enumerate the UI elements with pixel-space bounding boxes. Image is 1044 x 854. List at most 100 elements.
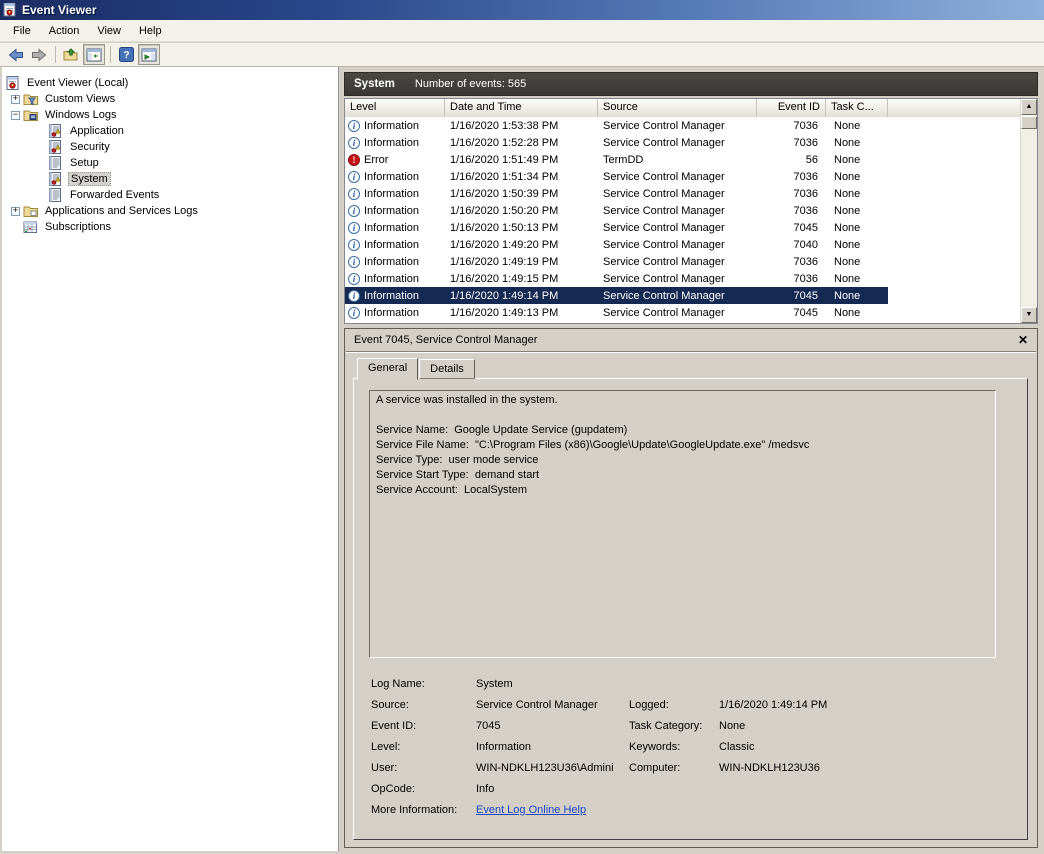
- information-icon: i: [348, 273, 360, 285]
- menu-action[interactable]: Action: [40, 22, 89, 40]
- property-row: OpCode: Info: [371, 778, 1017, 799]
- sidebar-item-label: Subscriptions: [43, 220, 113, 234]
- folder-icon: [23, 204, 39, 218]
- table-row[interactable]: iInformation 1/16/2020 1:50:20 PM Servic…: [345, 202, 888, 219]
- preview-tabs: GeneralDetails: [357, 357, 476, 379]
- sidebar-item-label: Application: [68, 124, 126, 138]
- log-plain-icon: [48, 188, 64, 202]
- information-icon: i: [348, 137, 360, 149]
- window-title: Event Viewer: [22, 3, 96, 17]
- sidebar-item-system[interactable]: System: [2, 171, 338, 187]
- sidebar-item-label: Windows Logs: [43, 108, 119, 122]
- information-icon: i: [348, 222, 360, 234]
- sidebar-item-label: Setup: [68, 156, 101, 170]
- column-header-filler: [888, 99, 1020, 117]
- folder-export-icon: [63, 47, 79, 63]
- column-header-level[interactable]: Level: [345, 99, 445, 117]
- table-row[interactable]: iInformation 1/16/2020 1:49:13 PM Servic…: [345, 304, 888, 321]
- table-row[interactable]: iInformation 1/16/2020 1:49:19 PM Servic…: [345, 253, 888, 270]
- scroll-up-button[interactable]: ▲: [1021, 99, 1037, 115]
- information-icon: i: [348, 188, 360, 200]
- show-action-pane-button[interactable]: [138, 44, 160, 65]
- table-row[interactable]: iInformation 1/16/2020 1:52:28 PM Servic…: [345, 134, 888, 151]
- subscriptions-icon: [23, 220, 39, 234]
- sidebar-item-forwarded-events[interactable]: Forwarded Events: [2, 187, 338, 203]
- help-icon: ?: [119, 47, 134, 62]
- property-row: Source: Service Control Manager Logged: …: [371, 694, 1017, 715]
- event-log-online-help-link[interactable]: Event Log Online Help: [476, 804, 629, 816]
- sidebar-item-setup[interactable]: Setup: [2, 155, 338, 171]
- sidebar-item-custom-views[interactable]: + Custom Views: [2, 91, 338, 107]
- toolbar-separator: [110, 46, 111, 63]
- description-line: A service was installed in the system.: [376, 394, 989, 409]
- event-list-scrollbar[interactable]: ▲ ▼: [1020, 99, 1037, 323]
- column-header-row: LevelDate and TimeSourceEvent IDTask C..…: [345, 99, 1020, 117]
- expand-icon[interactable]: +: [11, 207, 20, 216]
- forward-button[interactable]: [28, 44, 50, 65]
- table-row[interactable]: !Error 1/16/2020 1:51:49 PM TermDD 56 No…: [345, 151, 888, 168]
- column-header-task-c-[interactable]: Task C...: [826, 99, 888, 117]
- help-button[interactable]: ?: [115, 44, 137, 65]
- sidebar-item-applications-and-services-logs[interactable]: + Applications and Services Logs: [2, 203, 338, 219]
- column-header-date-and-time[interactable]: Date and Time: [445, 99, 598, 117]
- table-row[interactable]: iInformation 1/16/2020 1:51:34 PM Servic…: [345, 168, 888, 185]
- description-line: [376, 409, 989, 424]
- collapse-icon[interactable]: −: [11, 111, 20, 120]
- table-row[interactable]: iInformation 1/16/2020 1:49:20 PM Servic…: [345, 236, 888, 253]
- folder-filter-icon: [23, 92, 39, 106]
- column-header-event-id[interactable]: Event ID: [757, 99, 826, 117]
- table-row[interactable]: iInformation 1/16/2020 1:50:39 PM Servic…: [345, 185, 888, 202]
- description-line: Service File Name: "C:\Program Files (x8…: [376, 439, 989, 454]
- information-icon: i: [348, 205, 360, 217]
- arrow-left-icon: [8, 47, 24, 63]
- column-header-source[interactable]: Source: [598, 99, 757, 117]
- scroll-down-button[interactable]: ▼: [1021, 307, 1037, 323]
- sidebar-item-windows-logs[interactable]: − Windows Logs: [2, 107, 338, 123]
- property-row: More Information: Event Log Online Help: [371, 799, 1017, 820]
- menu-bar: FileActionViewHelp: [0, 20, 1044, 42]
- preview-header: Event 7045, Service Control Manager ✕: [345, 329, 1037, 351]
- menu-view[interactable]: View: [88, 22, 130, 40]
- log-header-bar: System Number of events: 565: [344, 72, 1038, 96]
- description-line: Service Name: Google Update Service (gup…: [376, 424, 989, 439]
- event-viewer-window: Event Viewer FileActionViewHelp ? Event …: [0, 0, 1044, 854]
- description-line: Service Account: LocalSystem: [376, 484, 989, 499]
- back-button[interactable]: [5, 44, 27, 65]
- show-console-tree-button[interactable]: [83, 44, 105, 65]
- preview-separator: [346, 351, 1036, 353]
- property-row: Event ID: 7045 Task Category: None: [371, 715, 1017, 736]
- expand-icon: [11, 223, 20, 232]
- export-button[interactable]: [60, 44, 82, 65]
- table-row[interactable]: iInformation 1/16/2020 1:49:14 PM Servic…: [345, 287, 888, 304]
- sidebar-item-subscriptions[interactable]: Subscriptions: [2, 219, 338, 235]
- event-count-label: Number of events: 565: [415, 78, 526, 90]
- event-list: LevelDate and TimeSourceEvent IDTask C..…: [344, 98, 1038, 324]
- table-row[interactable]: iInformation 1/16/2020 1:49:15 PM Servic…: [345, 270, 888, 287]
- close-icon[interactable]: ✕: [1018, 333, 1028, 347]
- log-warn-icon: [48, 140, 64, 154]
- table-row[interactable]: iInformation 1/16/2020 1:50:13 PM Servic…: [345, 219, 888, 236]
- sidebar-item-label: Event Viewer (Local): [25, 76, 130, 90]
- menu-help[interactable]: Help: [130, 22, 171, 40]
- sidebar-item-label: Security: [68, 140, 112, 154]
- folder-logs-icon: [23, 108, 39, 122]
- preview-title: Event 7045, Service Control Manager: [354, 334, 537, 346]
- menu-file[interactable]: File: [4, 22, 40, 40]
- sidebar-item-application[interactable]: Application: [2, 123, 338, 139]
- description-line: Service Type: user mode service: [376, 454, 989, 469]
- event-rows: iInformation 1/16/2020 1:53:38 PM Servic…: [345, 117, 1037, 321]
- sidebar-item-event-viewer-local-[interactable]: Event Viewer (Local): [2, 75, 338, 91]
- tab-general[interactable]: General: [357, 358, 418, 380]
- expand-icon[interactable]: +: [11, 95, 20, 104]
- console-tree-icon: [86, 47, 102, 63]
- preview-pane: Event 7045, Service Control Manager ✕ Ge…: [344, 328, 1038, 848]
- information-icon: i: [348, 290, 360, 302]
- log-warn-icon: [48, 172, 64, 186]
- scrollbar-thumb[interactable]: [1021, 116, 1037, 129]
- tab-details[interactable]: Details: [419, 359, 475, 379]
- information-icon: i: [348, 307, 360, 319]
- results-panel: System Number of events: 565 LevelDate a…: [340, 67, 1038, 854]
- table-row[interactable]: iInformation 1/16/2020 1:53:38 PM Servic…: [345, 117, 888, 134]
- information-icon: i: [348, 120, 360, 132]
- sidebar-item-security[interactable]: Security: [2, 139, 338, 155]
